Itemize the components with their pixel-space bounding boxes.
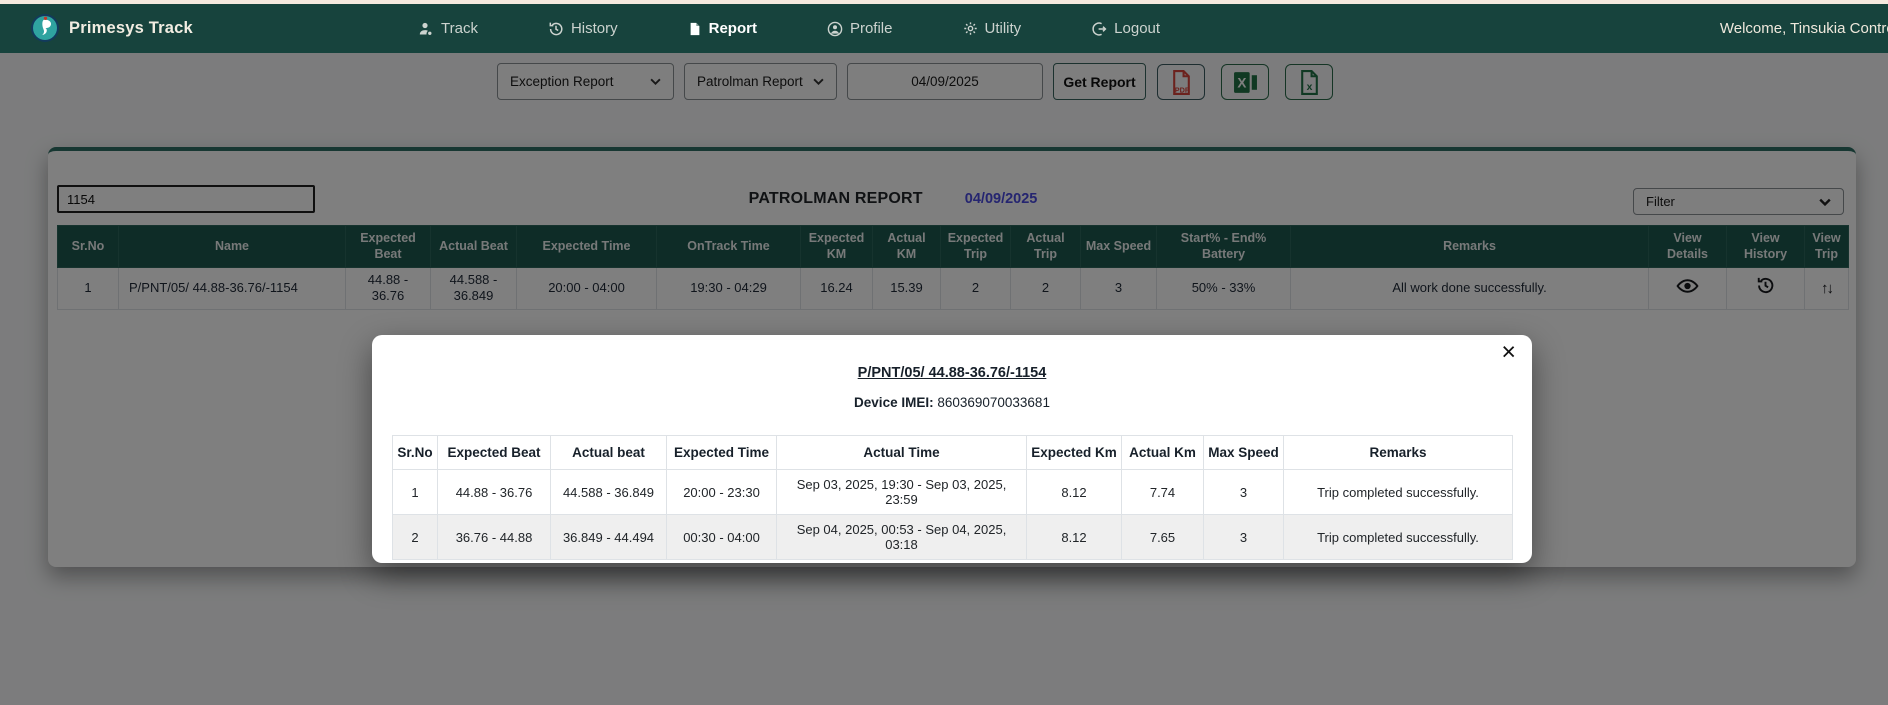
nav-label-track: Track [441,20,478,37]
welcome-text: Welcome, Tinsukia Control [1720,4,1888,53]
device-imei-line: Device IMEI: 860369070033681 [372,395,1532,410]
nav-item-track[interactable]: Track [418,20,478,37]
mcell: 44.88 - 36.76 [438,470,551,515]
gear-icon [963,21,978,36]
mcell: 1 [393,470,438,515]
window-top-strip [0,0,1888,4]
mcol-actual-time: Actual Time [777,436,1027,470]
logout-icon [1091,21,1107,37]
mcell: 00:30 - 04:00 [667,515,777,560]
modal-table-row: 1 44.88 - 36.76 44.588 - 36.849 20:00 - … [393,470,1513,515]
mcell: 8.12 [1027,470,1122,515]
mcell: Sep 03, 2025, 19:30 - Sep 03, 2025, 23:5… [777,470,1027,515]
close-icon[interactable]: × [1501,337,1516,367]
mcol-actual-beat: Actual beat [551,436,667,470]
mcol-expected-beat: Expected Beat [438,436,551,470]
mcell: 36.76 - 44.88 [438,515,551,560]
brand[interactable]: Primesys Track [30,13,193,43]
mcol-actual-km: Actual Km [1122,436,1204,470]
mcol-expected-km: Expected Km [1027,436,1122,470]
nav-label-history: History [571,20,618,37]
nav-item-profile[interactable]: Profile [827,20,893,37]
nav-label-profile: Profile [850,20,893,37]
imei-value: 860369070033681 [934,395,1050,410]
patrolman-detail-modal: × P/PNT/05/ 44.88-36.76/-1154 Device IME… [372,335,1532,563]
mcell: Sep 04, 2025, 00:53 - Sep 04, 2025, 03:1… [777,515,1027,560]
modal-header-row: Sr.No Expected Beat Actual beat Expected… [393,436,1513,470]
brand-title: Primesys Track [69,19,193,38]
modal-title[interactable]: P/PNT/05/ 44.88-36.76/-1154 [372,365,1532,381]
mcell: 36.849 - 44.494 [551,515,667,560]
nav-item-utility[interactable]: Utility [963,20,1022,37]
mcol-srno: Sr.No [393,436,438,470]
navbar: Primesys Track Track History [0,4,1888,53]
profile-icon [827,21,843,37]
nav-label-utility: Utility [985,20,1022,37]
mcol-max-speed: Max Speed [1204,436,1284,470]
nav-items: Track History Report [418,4,1160,53]
mcell: Trip completed successfully. [1284,515,1513,560]
brand-logo-icon [30,13,60,43]
person-icon [418,21,434,37]
nav-label-logout: Logout [1114,20,1160,37]
mcol-expected-time: Expected Time [667,436,777,470]
modal-table-row: 2 36.76 - 44.88 36.849 - 44.494 00:30 - … [393,515,1513,560]
mcell: 3 [1204,515,1284,560]
nav-label-report: Report [709,20,757,37]
trip-detail-table: Sr.No Expected Beat Actual beat Expected… [392,435,1513,560]
nav-item-logout[interactable]: Logout [1091,20,1160,37]
nav-item-history[interactable]: History [548,20,618,37]
mcell: Trip completed successfully. [1284,470,1513,515]
mcell: 20:00 - 23:30 [667,470,777,515]
file-icon [688,21,702,37]
imei-label: Device IMEI: [854,395,934,410]
mcell: 8.12 [1027,515,1122,560]
mcol-remarks: Remarks [1284,436,1513,470]
nav-item-report[interactable]: Report [688,20,757,37]
history-icon [548,21,564,37]
mcell: 7.74 [1122,470,1204,515]
mcell: 44.588 - 36.849 [551,470,667,515]
mcell: 7.65 [1122,515,1204,560]
mcell: 2 [393,515,438,560]
mcell: 3 [1204,470,1284,515]
